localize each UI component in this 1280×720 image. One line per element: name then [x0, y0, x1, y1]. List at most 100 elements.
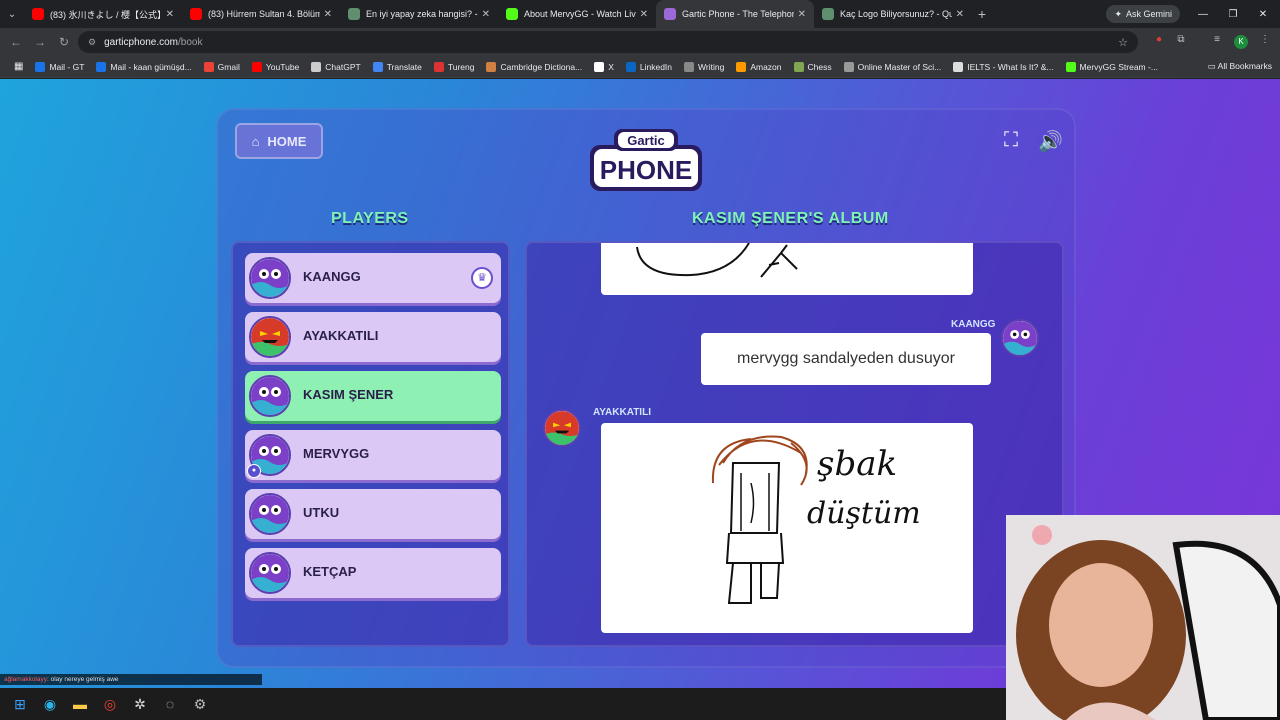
bookmark-label: Mail - kaan gümüşd... [110, 61, 192, 72]
close-tab-icon[interactable]: ✕ [166, 9, 174, 20]
player-card[interactable]: KAANGG ♛ [245, 253, 501, 303]
bookmark-star-icon[interactable]: ☆ [1118, 36, 1128, 49]
webcam-overlay [1006, 515, 1280, 720]
bookmark-label: X [608, 61, 614, 72]
drawing-canvas: şbak düştüm [711, 435, 921, 604]
forward-icon[interactable]: → [28, 35, 52, 49]
bookmark-item[interactable]: Amazon [730, 61, 787, 72]
close-tab-icon[interactable]: ✕ [482, 9, 490, 20]
bookmark-label: MervyGG Stream -... [1079, 61, 1158, 72]
bookmark-item[interactable]: MervyGG Stream -... [1060, 61, 1164, 72]
browser-tab[interactable]: Kaç Logo Biliyorsunuz? - Quizei ✕ [814, 0, 972, 28]
bookmark-item[interactable]: LinkedIn [620, 61, 678, 72]
bookmark-item[interactable]: Gmail [198, 61, 246, 72]
logo-top-text: Gartic [627, 133, 665, 148]
bookmark-favicon-icon [372, 61, 383, 72]
logo-main-text: PHONE [600, 155, 692, 185]
bookmark-label: IELTS - What Is It? &... [967, 61, 1054, 72]
home-button[interactable]: ⌂ HOME [235, 123, 323, 159]
close-tab-icon[interactable]: ✕ [324, 9, 332, 20]
url-host: garticphone.com [104, 36, 179, 48]
bookmark-favicon-icon [594, 61, 605, 72]
browser-tab[interactable]: En iyi yapay zeka hangisi? - Tie ✕ [340, 0, 498, 28]
bookmark-label: Translate [386, 61, 422, 72]
obs-icon[interactable]: ◌ [160, 694, 180, 714]
album-title: KASIM ŞENER'S ALBUM [692, 210, 889, 227]
home-icon: ⌂ [251, 133, 260, 149]
message-text: mervygg sandalyeden dusuyor [737, 350, 955, 367]
player-name: KAANGG [303, 269, 361, 284]
player-card[interactable]: UTKU [245, 489, 501, 539]
file-explorer-icon[interactable]: ▬ [70, 694, 90, 714]
windows-start-icon[interactable]: ⊞ [10, 694, 30, 714]
fullscreen-icon[interactable]: ⛶ [1004, 129, 1018, 152]
menu-kebab-icon[interactable]: ⋮ [1258, 34, 1272, 48]
bookmark-item[interactable]: ChatGPT [305, 61, 366, 72]
new-tab-icon[interactable]: + [972, 6, 992, 22]
toolbar: ← → ↻ ⚙ garticphone.com/book ☆ [0, 28, 1280, 56]
message-avatar [543, 409, 581, 447]
volume-icon[interactable]: 🔊 [1038, 129, 1063, 154]
minimize-icon[interactable]: — [1188, 0, 1218, 28]
maximize-icon[interactable]: ❐ [1218, 0, 1248, 28]
bookmark-item[interactable]: Chess [788, 61, 838, 72]
bookmark-item[interactable]: Tureng [428, 61, 481, 72]
settings-gear-icon[interactable]: ⚙ [190, 694, 210, 714]
player-card-active[interactable]: KASIM ŞENER [245, 371, 501, 421]
player-card[interactable]: AYAKKATILI [245, 312, 501, 362]
player-avatar [249, 375, 291, 417]
close-tab-icon[interactable]: ✕ [956, 9, 964, 20]
browser-tab-active[interactable]: Gartic Phone - The Telephone C ✕ [656, 0, 814, 28]
extension-record-icon[interactable]: ● [1152, 34, 1166, 48]
player-name: UTKU [303, 505, 340, 520]
edge-icon[interactable]: ◉ [40, 694, 60, 714]
reload-icon[interactable]: ↻ [52, 35, 76, 49]
bookmark-item[interactable]: IELTS - What Is It? &... [947, 61, 1059, 72]
tab-title: Kaç Logo Biliyorsunuz? - Quizei [840, 9, 952, 19]
apps-grid-icon[interactable]: ▦ [8, 61, 29, 72]
address-bar[interactable]: ⚙ garticphone.com/book ☆ [78, 31, 1138, 53]
player-card[interactable]: KETÇAP [245, 548, 501, 598]
bookmark-favicon-icon [96, 61, 107, 72]
player-card[interactable]: ● MERVYGG [245, 430, 501, 480]
tab-title: En iyi yapay zeka hangisi? - Tie [366, 9, 478, 19]
ask-gemini-button[interactable]: ✦ Ask Gemini [1106, 5, 1180, 23]
tab-title: (83) Hürrem Sultan 4. Bölüm - \ [208, 9, 320, 19]
browser-tab[interactable]: (83) 氷川きよし / 櫻【公式】 ✕ [24, 0, 182, 28]
chrome-icon[interactable]: ◎ [100, 694, 120, 714]
bookmark-favicon-icon [486, 61, 497, 72]
close-window-icon[interactable]: ✕ [1248, 0, 1278, 28]
bookmark-item[interactable]: Writing [678, 61, 730, 72]
chatgpt-icon[interactable]: ✲ [130, 694, 150, 714]
bookmark-item[interactable]: X [588, 61, 620, 72]
bookmark-favicon-icon [203, 61, 214, 72]
webcam-feed [1006, 515, 1280, 720]
extensions-icon[interactable]: ⧉ [1174, 34, 1188, 48]
back-icon[interactable]: ← [4, 35, 28, 49]
bookmark-favicon-icon [684, 61, 695, 72]
tab-title: (83) 氷川きよし / 櫻【公式】 [50, 9, 162, 20]
bookmark-item[interactable]: Translate [367, 61, 428, 72]
close-tab-icon[interactable]: ✕ [640, 9, 648, 20]
bookmark-favicon-icon [251, 61, 262, 72]
site-info-icon[interactable]: ⚙ [88, 37, 96, 48]
bookmark-label: Mail - GT [49, 61, 85, 72]
album-panel[interactable]: KAANGG mervygg sandalyeden dusuyor AYAKK… [525, 241, 1064, 647]
browser-tab[interactable]: About MervyGG - Watch Live o ✕ [498, 0, 656, 28]
bookmark-item[interactable]: Mail - kaan gümüşd... [90, 61, 197, 72]
bookmark-item[interactable]: Online Master of Sci... [838, 61, 948, 72]
bookmark-item[interactable]: YouTube [246, 61, 305, 72]
player-name: KASIM ŞENER [303, 387, 394, 402]
profile-avatar[interactable]: K [1234, 35, 1248, 49]
bookmark-item[interactable]: Mail - GT [29, 61, 90, 72]
home-label: HOME [267, 133, 307, 149]
bookmark-item[interactable]: Cambridge Dictiona... [480, 61, 588, 72]
bookmark-favicon-icon [843, 61, 854, 72]
close-tab-icon[interactable]: ✕ [798, 9, 806, 20]
drawing-handwriting-line1: şbak [817, 444, 897, 484]
media-control-icon[interactable]: ≡ [1210, 34, 1224, 48]
browser-tab[interactable]: (83) Hürrem Sultan 4. Bölüm - \ ✕ [182, 0, 340, 28]
message-avatar [1001, 319, 1039, 357]
tab-search-chevron-icon[interactable]: ⌄ [0, 0, 24, 28]
all-bookmarks-button[interactable]: ▭ All Bookmarks [1208, 61, 1272, 72]
